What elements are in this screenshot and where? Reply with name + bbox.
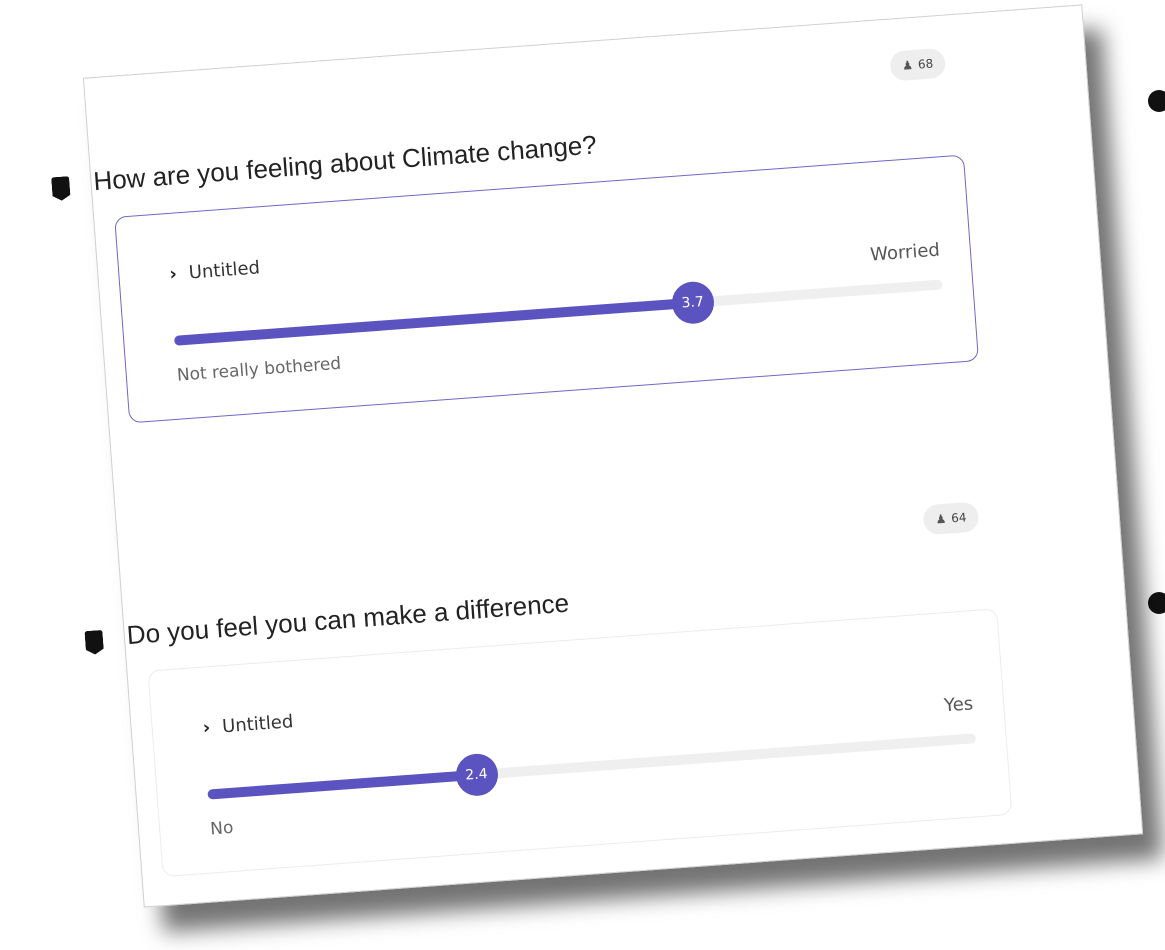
scale-track: 3.7 — [174, 279, 943, 346]
scale-fill — [207, 769, 477, 800]
scale-value: 3.7 — [681, 293, 705, 312]
response-count-badge: ♟ 64 — [922, 501, 980, 536]
person-icon: ♟ — [901, 58, 914, 73]
scale-item-header[interactable]: › Untitled — [202, 711, 294, 739]
scale-value-thumb: 2.4 — [454, 752, 499, 798]
question-title: Do you feel you can make a difference — [125, 587, 570, 651]
results-card: How are you feeling about Climate change… — [83, 4, 1144, 908]
response-count: 68 — [917, 56, 934, 72]
scale-item-header[interactable]: › Untitled — [169, 257, 261, 285]
question-block: How are you feeling about Climate change… — [84, 5, 1081, 424]
response-count-badge: ♟ 68 — [889, 47, 947, 82]
person-icon: ♟ — [935, 511, 947, 527]
chevron-right-icon[interactable]: › — [169, 263, 178, 284]
slide: How are you feeling about Climate change… — [0, 0, 1165, 950]
scale-response-box[interactable]: › Untitled 3.7 Worried Not really bother… — [114, 154, 980, 424]
question-block: Do you feel you can make a difference ♟ … — [117, 459, 1114, 878]
scale-item-label: Untitled — [221, 711, 294, 738]
bullet-point — [1148, 90, 1165, 112]
scale-track: 2.4 — [207, 733, 977, 800]
response-count: 64 — [950, 510, 967, 526]
scale-item-label: Untitled — [188, 257, 261, 284]
shield-icon — [84, 630, 104, 655]
scale-low-label: No — [209, 817, 235, 840]
scale-high-label: Worried — [869, 239, 941, 266]
chevron-right-icon[interactable]: › — [202, 717, 211, 738]
scale-fill — [174, 297, 694, 346]
scale-response-box[interactable]: › Untitled 2.4 Yes No — [147, 608, 1013, 878]
bullet-point — [1148, 592, 1165, 614]
scale-value-thumb: 3.7 — [670, 280, 716, 326]
scale-high-label: Yes — [943, 693, 974, 717]
scale-value: 2.4 — [464, 766, 489, 784]
scale-low-label: Not really bothered — [176, 353, 342, 386]
shield-icon — [51, 176, 71, 201]
